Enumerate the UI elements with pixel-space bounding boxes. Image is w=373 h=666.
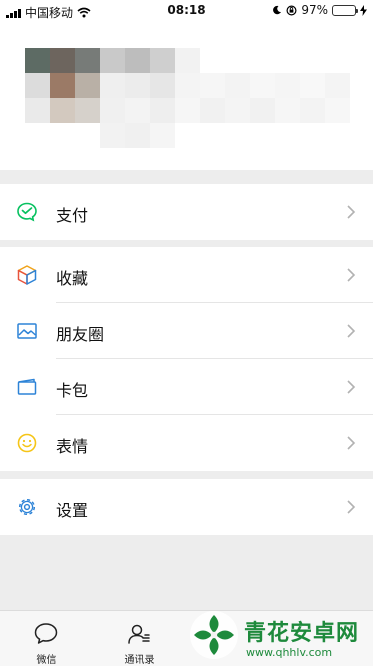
contacts-icon xyxy=(128,624,150,644)
chevron-right-icon xyxy=(347,500,356,514)
menu-item-moments[interactable]: 朋友圈 xyxy=(0,303,373,359)
menu-label-stickers: 表情 xyxy=(56,437,89,456)
menu-item-settings[interactable]: 设置 xyxy=(0,479,373,535)
gear-icon xyxy=(18,498,36,516)
menu-item-pay[interactable]: 支付 xyxy=(0,184,373,240)
chat-bubble-icon xyxy=(34,623,58,644)
tab-label-chats: 微信 xyxy=(36,655,57,666)
card-icon xyxy=(17,378,37,395)
menu-item-stickers[interactable]: 表情 xyxy=(0,415,373,471)
menu-label-settings: 设置 xyxy=(56,501,89,520)
watermark-url: www.qhhlv.com xyxy=(246,646,333,659)
status-bar: 中国移动 08:18 97% xyxy=(0,0,373,22)
menu-label-pay: 支付 xyxy=(56,206,89,225)
charging-icon xyxy=(360,4,367,16)
wechat-pay-icon xyxy=(17,202,37,222)
chevron-right-icon xyxy=(347,380,356,394)
status-right: 97% xyxy=(272,3,367,17)
chevron-right-icon xyxy=(347,268,356,282)
menu-group-main: 收藏 朋友圈 卡包 表情 xyxy=(0,247,373,471)
rotation-lock-icon xyxy=(286,4,297,16)
menu-item-cards[interactable]: 卡包 xyxy=(0,359,373,415)
watermark-title: 青花安卓网 xyxy=(244,621,360,646)
cube-icon xyxy=(17,265,37,285)
chevron-right-icon xyxy=(347,436,356,450)
chevron-right-icon xyxy=(347,205,356,219)
profile-header[interactable] xyxy=(0,22,373,170)
smiley-icon xyxy=(17,433,37,453)
image-icon xyxy=(17,323,37,339)
watermark-logo-icon xyxy=(190,611,238,659)
chevron-right-icon xyxy=(347,324,356,338)
moon-icon xyxy=(273,5,282,15)
menu-label-favorites: 收藏 xyxy=(56,269,89,288)
battery-percent: 97% xyxy=(301,3,328,17)
watermark: 青花安卓网 www.qhhlv.com xyxy=(170,603,373,666)
menu-label-cards: 卡包 xyxy=(56,381,89,400)
menu-group-settings: 设置 xyxy=(0,479,373,535)
menu-label-moments: 朋友圈 xyxy=(56,325,105,344)
tab-chats[interactable]: 微信 xyxy=(0,611,93,666)
battery-icon xyxy=(332,4,358,16)
menu-group-pay: 支付 xyxy=(0,184,373,240)
menu-item-favorites[interactable]: 收藏 xyxy=(0,247,373,303)
